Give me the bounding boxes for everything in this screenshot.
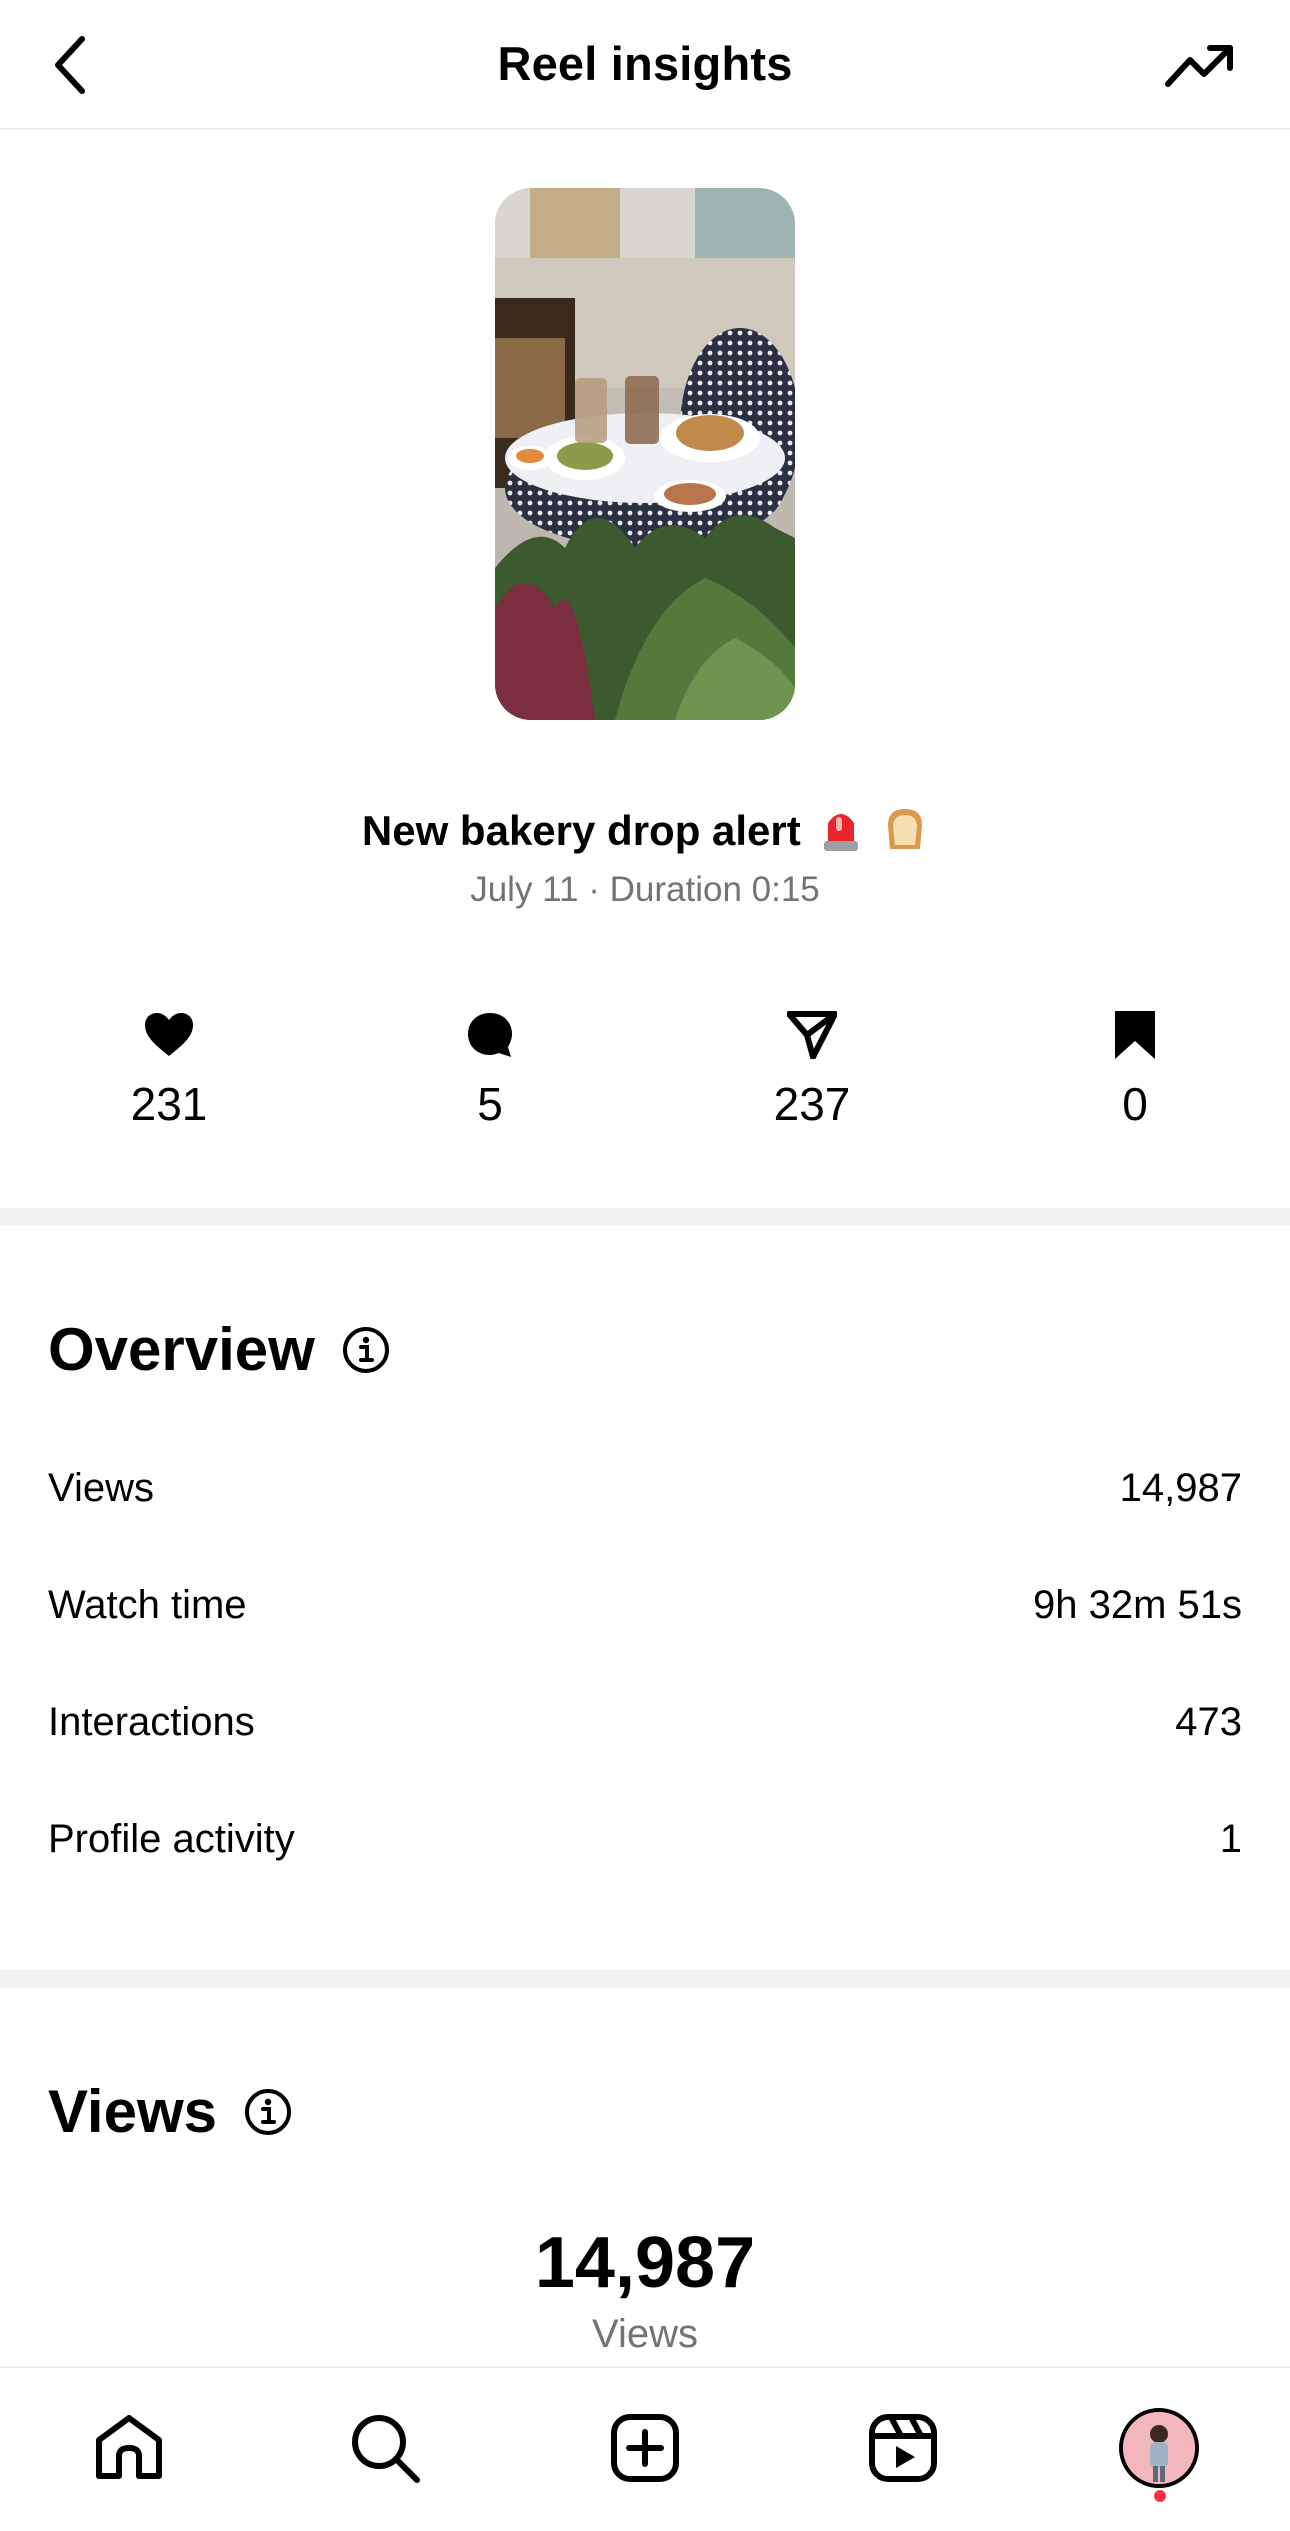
comments-count: 5: [477, 1078, 503, 1130]
views-total: 14,987: [534, 2223, 756, 2303]
reel-insights-screen: Reel insights New bakery drop alert July…: [0, 0, 1290, 2531]
search-icon: [352, 2415, 420, 2483]
overview-row-label: Interactions: [48, 1699, 255, 1744]
bookmark-icon: [1115, 1011, 1155, 1059]
overview-row-profile-activity[interactable]: Profile activity 1: [48, 1799, 1242, 1879]
reel-thumbnail[interactable]: [495, 188, 795, 720]
saves-count: 0: [1122, 1078, 1148, 1130]
rotating-light-emoji: [824, 814, 859, 851]
nav-home[interactable]: [79, 2398, 179, 2498]
overview-row-value: 473: [1175, 1699, 1242, 1744]
reel-title-text: New bakery drop alert: [361, 807, 801, 854]
overview-info-button[interactable]: [341, 1325, 391, 1375]
nav-create[interactable]: [595, 2398, 695, 2498]
reels-icon: [869, 2414, 937, 2482]
shares-stat: 237: [712, 1005, 912, 1131]
overview-row-views[interactable]: Views 14,987: [48, 1448, 1242, 1528]
shares-count: 237: [773, 1078, 851, 1130]
trend-button[interactable]: [1155, 25, 1245, 105]
likes-stat: 231: [69, 1005, 269, 1131]
header-bar: Reel insights: [0, 0, 1290, 130]
views-total-label: Views: [592, 2312, 698, 2356]
engagement-stats: 231 5 237 0: [0, 1005, 1290, 1145]
overview-row-label: Views: [48, 1465, 154, 1510]
profile-avatar: [1119, 2408, 1199, 2488]
page-title: Reel insights: [497, 37, 793, 90]
bottom-nav: [0, 2366, 1290, 2531]
info-icon: [245, 2088, 292, 2135]
overview-row-interactions[interactable]: Interactions 473: [48, 1682, 1242, 1762]
home-icon: [96, 2415, 162, 2479]
send-icon: [787, 1011, 837, 1059]
create-icon: [611, 2414, 679, 2482]
overview-row-label: Profile activity: [48, 1816, 295, 1861]
section-divider: [0, 1208, 1290, 1226]
section-divider: [0, 1970, 1290, 1988]
info-icon: [342, 1326, 389, 1373]
overview-row-value: 14,987: [1119, 1465, 1242, 1510]
overview-row-label: Watch time: [48, 1582, 247, 1627]
overview-row-value: 9h 32m 51s: [1032, 1582, 1242, 1627]
likes-count: 231: [130, 1078, 208, 1130]
reel-title: New bakery drop alert: [0, 803, 1290, 855]
nav-reels[interactable]: [853, 2398, 953, 2498]
nav-search[interactable]: [335, 2398, 435, 2498]
saves-stat: 0: [1035, 1005, 1235, 1131]
avatar-image: [1123, 2412, 1195, 2484]
bread-emoji: [888, 809, 923, 849]
trending-up-icon: [1165, 45, 1233, 87]
comment-icon: [468, 1013, 512, 1057]
views-info-button[interactable]: [243, 2087, 293, 2137]
comments-stat: 5: [390, 1005, 590, 1131]
nav-profile[interactable]: [1109, 2398, 1209, 2498]
overview-section-title: Overview: [48, 1315, 391, 1384]
notification-dot: [1154, 2490, 1166, 2502]
views-section-title: Views: [48, 2077, 293, 2146]
views-title: Views: [48, 2078, 218, 2145]
overview-row-watch-time[interactable]: Watch time 9h 32m 51s: [48, 1565, 1242, 1645]
reel-meta: July 11 · Duration 0:15: [470, 870, 820, 909]
reel-thumbnail-image: [495, 188, 795, 720]
overview-title: Overview: [48, 1316, 315, 1383]
overview-row-value: 1: [1219, 1816, 1242, 1861]
heart-icon: [145, 1013, 193, 1056]
